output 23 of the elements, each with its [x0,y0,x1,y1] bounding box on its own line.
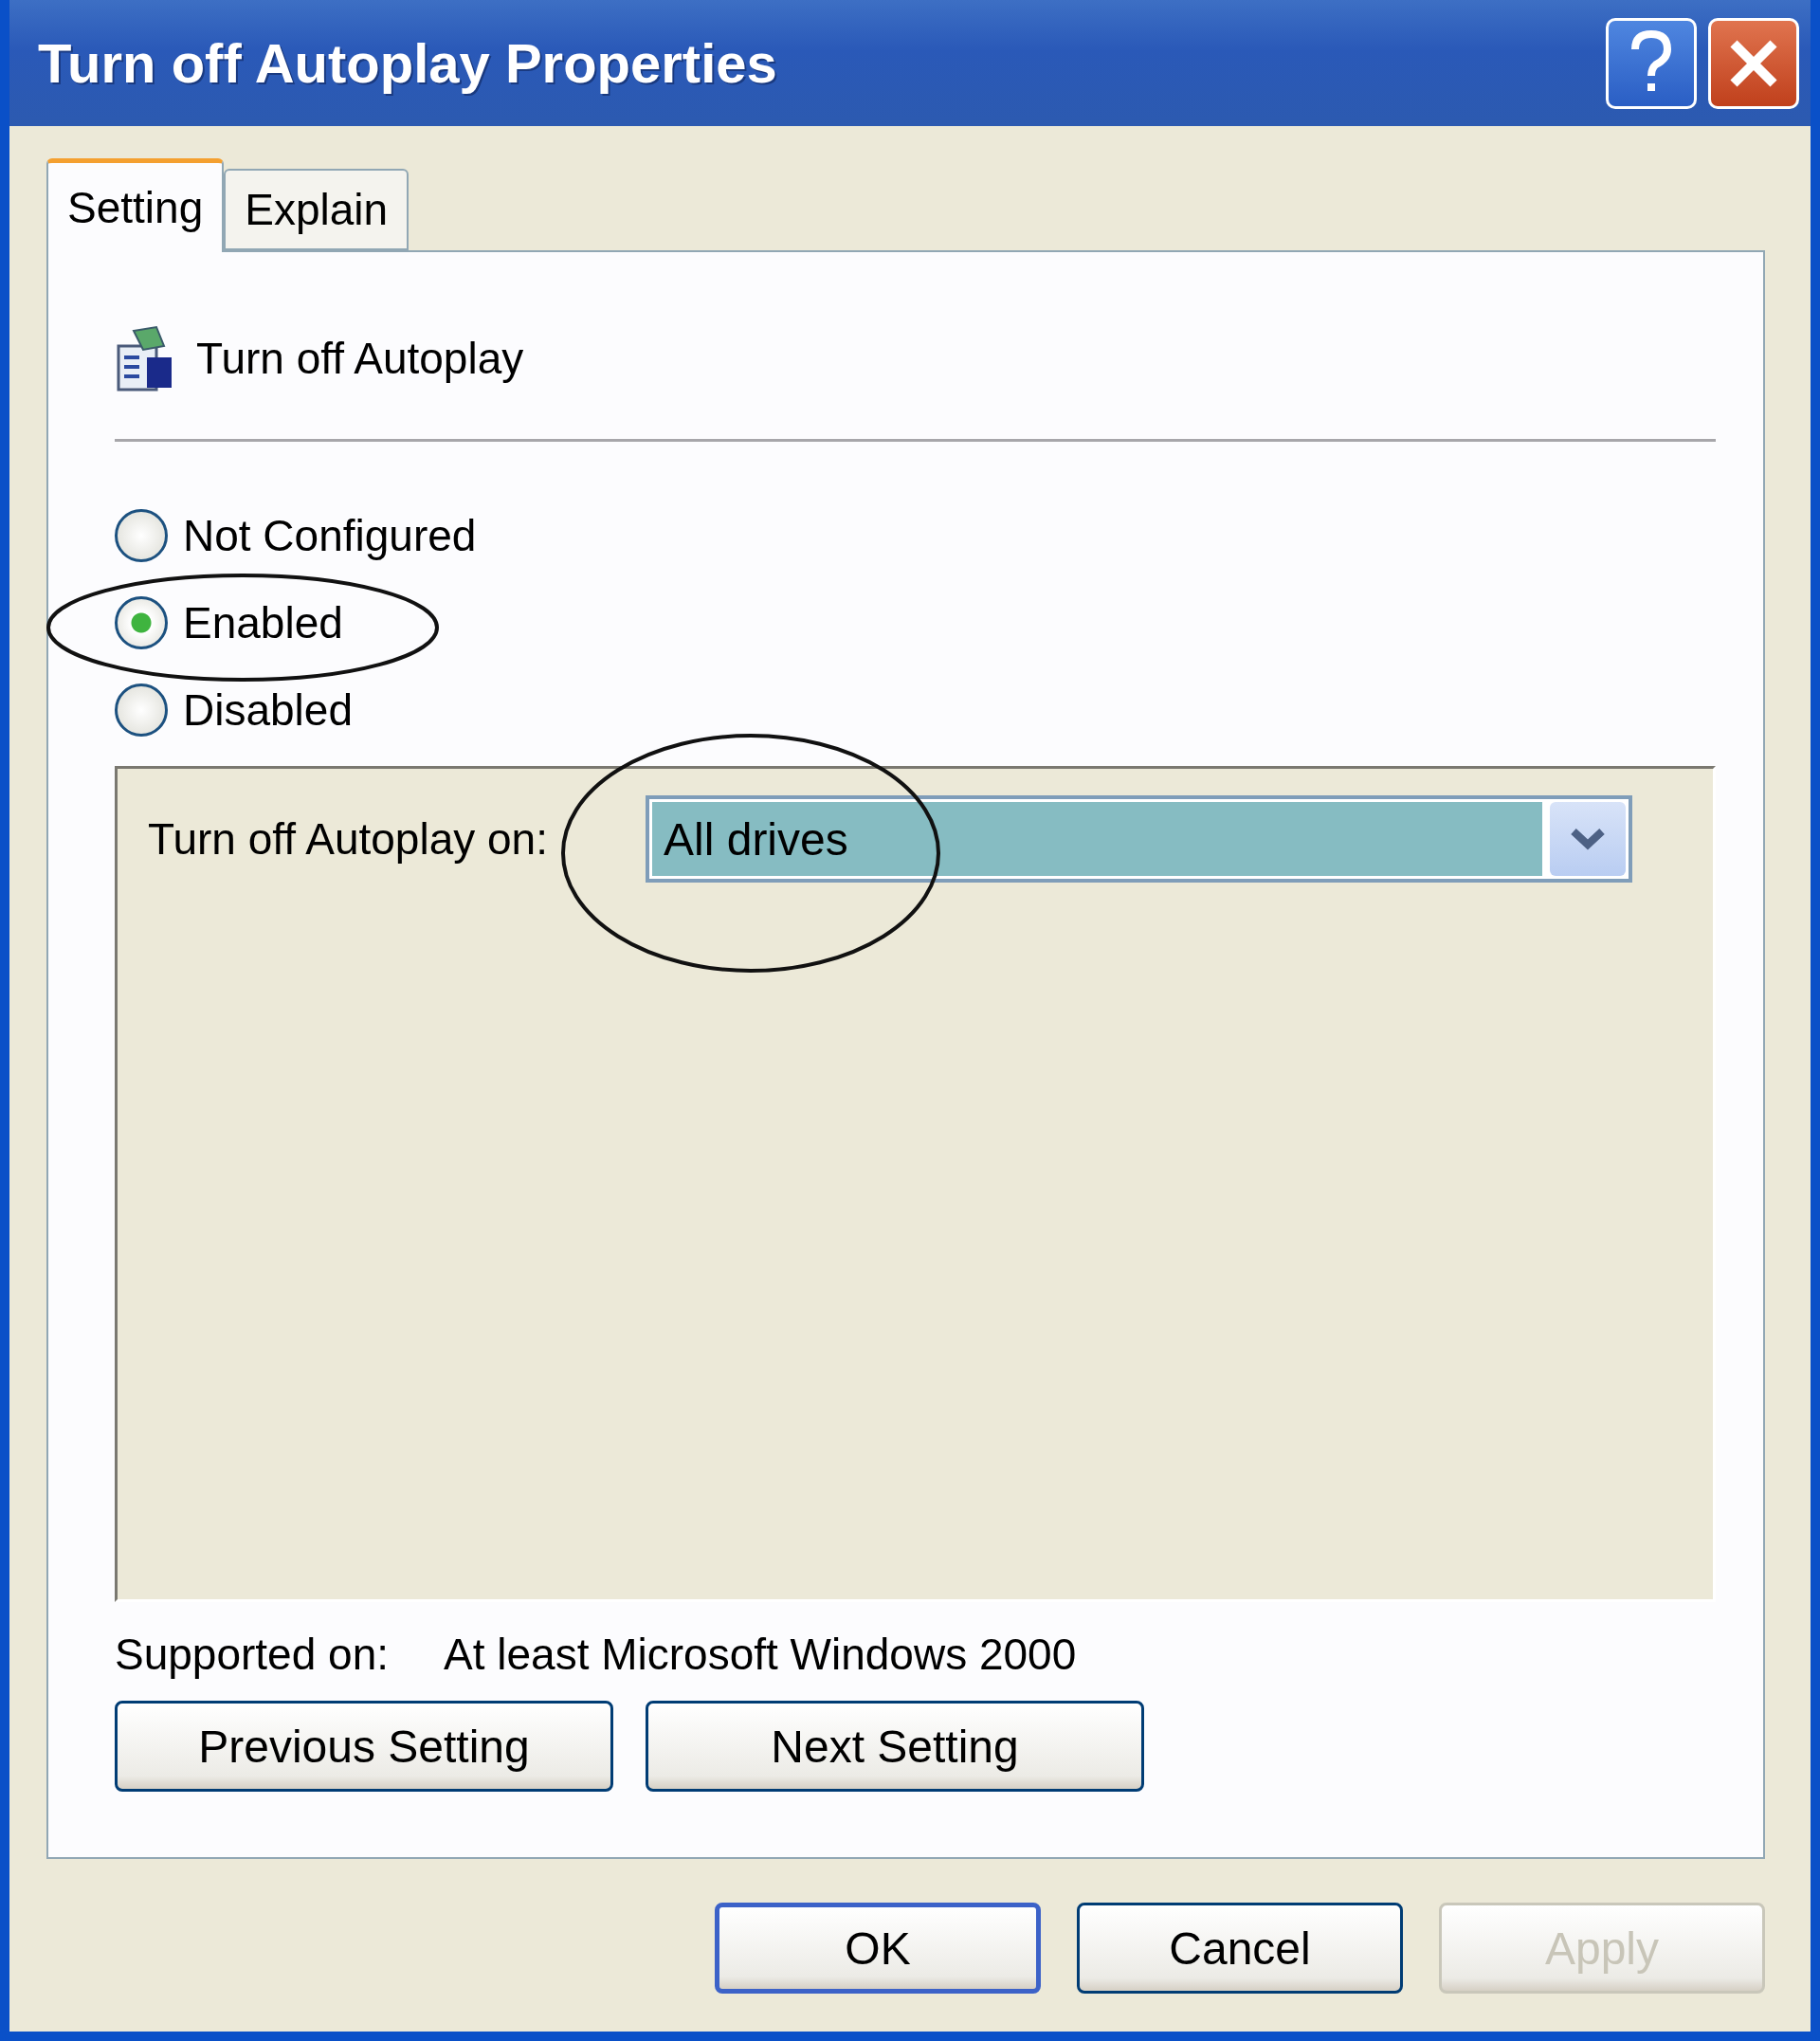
tab[interactable]: Explain [224,169,410,250]
supported-value: At least Microsoft Windows 2000 [444,1629,1077,1680]
dialog-button[interactable]: OK [715,1903,1041,1994]
close-icon [1728,37,1779,89]
option-label: Turn off Autoplay on: [148,813,548,865]
tab[interactable]: Setting [46,158,225,252]
close-button[interactable] [1708,17,1799,109]
window-title: Turn off Autoplay Properties [38,31,778,95]
radio-button[interactable] [115,683,168,737]
nav-button[interactable]: Next Setting [646,1701,1144,1792]
dropdown-button[interactable] [1550,802,1626,876]
radio-label: Enabled [183,597,343,648]
nav-button[interactable]: Previous Setting [115,1701,613,1792]
dialog-button[interactable]: Cancel [1077,1903,1403,1994]
radio-button[interactable] [115,509,168,562]
radio-label: Not Configured [183,510,477,561]
policy-name: Turn off Autoplay [196,333,524,384]
chevron-down-icon [1569,827,1607,851]
radio-button[interactable] [115,596,168,649]
drives-dropdown[interactable]: All drives [646,795,1632,883]
radio-label: Disabled [183,684,353,736]
supported-label: Supported on: [115,1629,389,1680]
help-button[interactable] [1606,17,1697,109]
